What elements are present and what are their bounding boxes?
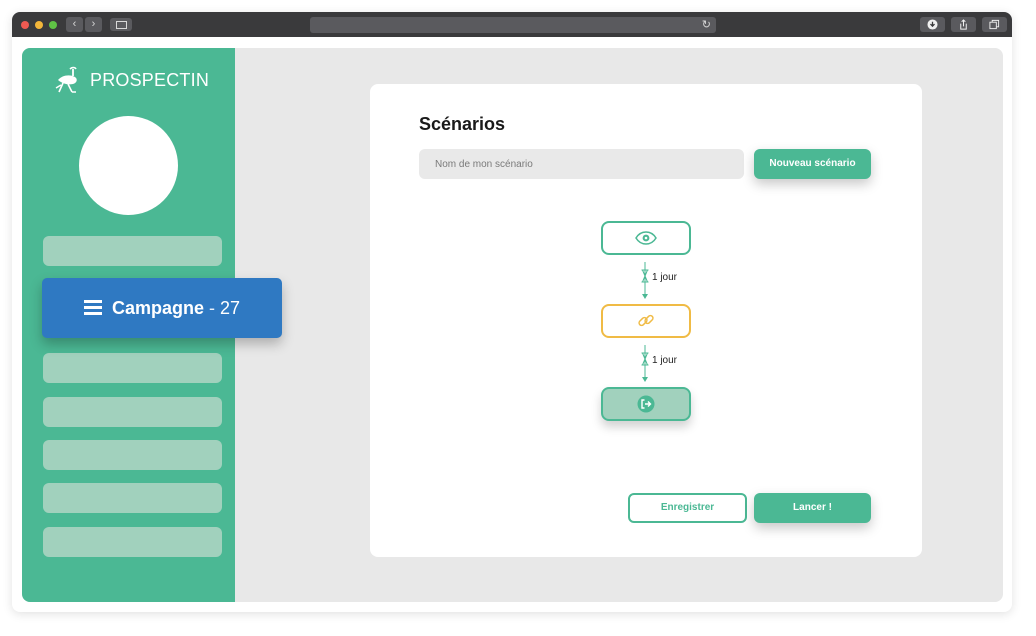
avatar[interactable] [79, 116, 178, 215]
page-title: Scénarios [419, 114, 506, 134]
eye-icon [635, 231, 657, 245]
scenario-panel: Scénarios Nouveau scénario 1 jour [370, 84, 922, 557]
exit-icon [637, 395, 655, 413]
back-button[interactable]: ‹ [66, 17, 83, 32]
step-view-node[interactable] [601, 221, 691, 255]
sidebar-item-placeholder[interactable] [43, 397, 222, 427]
tabs-button[interactable] [982, 17, 1007, 32]
share-icon [960, 19, 967, 30]
scenario-name-input[interactable] [419, 149, 744, 179]
delay-connector: 1 jour [640, 262, 700, 300]
step-exit-node[interactable] [601, 387, 691, 421]
sidebar-item-placeholder[interactable] [43, 527, 222, 557]
minimize-window-button[interactable] [35, 21, 43, 29]
sidebar-toggle-button[interactable] [110, 18, 132, 31]
maximize-window-button[interactable] [49, 21, 57, 29]
address-bar[interactable]: ↻ [310, 17, 716, 33]
new-scenario-button[interactable]: Nouveau scénario [754, 149, 871, 179]
sidebar-item-placeholder[interactable] [43, 353, 222, 383]
sidebar-item-placeholder[interactable] [43, 483, 222, 513]
sidebar-item-placeholder[interactable] [43, 236, 222, 266]
ostrich-icon [55, 66, 77, 93]
save-button[interactable]: Enregistrer [628, 493, 747, 523]
back-icon: ‹ [72, 18, 77, 30]
campaign-label: Campagne [111, 297, 204, 318]
hourglass-icon [641, 262, 649, 299]
browser-titlebar: ‹ › ↻ [12, 12, 1012, 37]
sidebar-item-placeholder[interactable] [43, 440, 222, 470]
hourglass-icon [641, 345, 649, 382]
campaign-separator: - [209, 297, 215, 318]
campaign-count: 27 [220, 297, 241, 318]
reload-icon[interactable]: ↻ [702, 17, 711, 33]
delay-label: 1 jour [652, 272, 678, 283]
forward-icon: › [91, 18, 96, 30]
launch-button[interactable]: Lancer ! [754, 493, 871, 523]
link-icon [638, 314, 654, 327]
browser-window: ‹ › ↻ PROSPECTIN Campagne - 27 Scénarios… [12, 12, 1012, 612]
step-link-node[interactable] [601, 304, 691, 338]
sidebar-item-campagne[interactable]: Campagne - 27 [42, 278, 282, 338]
delay-label: 1 jour [652, 355, 678, 366]
brand-name: PROSPECTIN [90, 70, 210, 90]
share-button[interactable] [951, 17, 976, 32]
download-icon [927, 19, 938, 30]
delay-connector: 1 jour [640, 345, 700, 383]
forward-button[interactable]: › [85, 17, 102, 32]
tabs-icon [989, 19, 1000, 30]
download-button[interactable] [920, 17, 945, 32]
brand-logo[interactable]: PROSPECTIN [54, 66, 214, 94]
close-window-button[interactable] [21, 21, 29, 29]
app-container: PROSPECTIN Campagne - 27 Scénarios Nouve… [22, 48, 1003, 602]
menu-icon [83, 300, 102, 316]
